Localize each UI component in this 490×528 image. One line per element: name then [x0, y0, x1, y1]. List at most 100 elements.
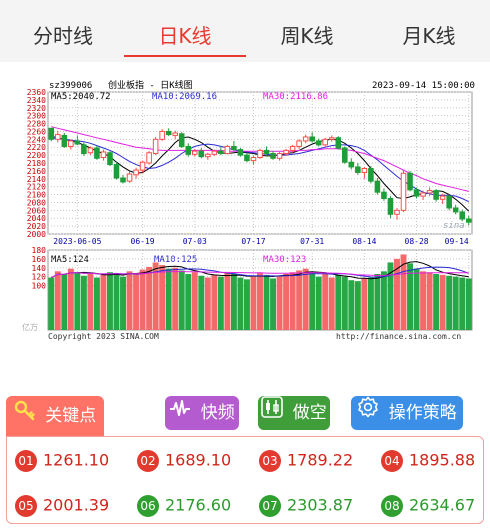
candle	[302, 134, 309, 144]
date-axis-labels: 2023-06-05 06-19 07-03 07-17 07-31 08-14 08-28…	[53, 237, 469, 246]
volume-bar	[230, 274, 237, 330]
volume-bar	[211, 274, 218, 330]
volume-bar	[48, 277, 55, 330]
candle-body	[81, 144, 87, 155]
volume-bar	[237, 277, 244, 330]
candle	[270, 151, 276, 160]
candle	[185, 143, 192, 157]
candle-body	[61, 134, 68, 147]
operation-strategy-button[interactable]: 操作策略	[351, 396, 463, 430]
candle	[322, 137, 329, 147]
date-label: 07-17	[241, 237, 265, 246]
volume-bar	[113, 274, 120, 330]
volume-tick-label: 100	[32, 282, 47, 291]
candle	[426, 187, 433, 197]
volume-tick-label: 160	[32, 255, 47, 264]
volume-bar	[270, 278, 277, 330]
volume-bar	[178, 270, 185, 330]
volume-bar	[74, 272, 81, 330]
candle	[100, 149, 107, 161]
candle-body	[374, 180, 381, 193]
volume-bar	[459, 277, 466, 330]
candle-body	[270, 153, 276, 159]
tab-monthly-k[interactable]: 月K线	[368, 18, 490, 54]
volume-bar	[452, 276, 459, 330]
vol-ma30-label: MA30:123	[263, 255, 306, 265]
key-level-item: 03 1789.22	[259, 448, 353, 472]
candle-body	[309, 136, 315, 142]
level-value: 1895.88	[409, 450, 476, 470]
candle-body	[205, 153, 211, 158]
candle	[237, 148, 244, 157]
tab-daily-k[interactable]: 日K线	[124, 18, 246, 57]
candle	[205, 152, 211, 160]
candle	[446, 194, 452, 211]
candle	[107, 151, 113, 167]
key-level-item: 08 2634.67	[381, 493, 475, 517]
fast-frequency-button[interactable]: 快频	[165, 396, 239, 430]
candle-body	[165, 130, 172, 136]
candle	[55, 130, 61, 143]
volume-tick-label: 140	[32, 264, 47, 273]
volume-bar	[446, 275, 453, 330]
candle-body	[413, 189, 420, 197]
candle	[381, 188, 387, 201]
candle	[413, 187, 420, 199]
volume-bar	[243, 279, 250, 330]
key-icon	[14, 396, 36, 436]
candle	[81, 142, 87, 156]
volume-bar	[172, 267, 179, 330]
level-value: 2001.39	[43, 495, 110, 515]
candle-body	[335, 137, 342, 149]
candle	[113, 162, 120, 180]
candle-body	[355, 166, 361, 173]
date-label: 09-14	[445, 237, 469, 246]
date-label: 07-31	[300, 237, 324, 246]
level-number-badge: 04	[381, 449, 403, 472]
ma5-label: MA5:2040.72	[51, 92, 111, 102]
candle	[120, 174, 126, 184]
volume-bar	[289, 272, 296, 330]
chart-title: 创业板指 - 日K线图	[108, 79, 193, 91]
volume-bar	[315, 276, 322, 330]
candle-body	[368, 168, 374, 182]
candle-body	[250, 156, 257, 162]
candle	[146, 151, 152, 165]
candle	[218, 146, 224, 156]
tab-intraday[interactable]: 分时线	[2, 18, 124, 54]
candle-body	[433, 190, 439, 200]
candle-body	[439, 195, 446, 200]
candle	[465, 215, 472, 226]
level-value: 1261.10	[43, 450, 110, 470]
candle	[198, 148, 205, 159]
volume-bar	[433, 274, 440, 330]
key-points-button[interactable]: 关键点	[6, 396, 104, 436]
candle-body	[237, 149, 244, 156]
candle	[374, 177, 381, 195]
candle-body	[178, 133, 185, 147]
tab-weekly-k[interactable]: 周K线	[246, 18, 368, 54]
candle-body	[263, 149, 270, 155]
chart-copyright: Copyright 2023 SINA.COM	[48, 332, 159, 341]
volume-bar	[67, 268, 74, 330]
key-level-item: 02 1689.10	[137, 448, 231, 472]
candle-body	[107, 152, 113, 166]
volume-bar	[191, 272, 198, 330]
volume-bar	[335, 274, 342, 330]
short-sell-button[interactable]: 做空	[258, 396, 330, 430]
kline-chart[interactable]: sz399006 创业板指 - 日K线图 2023-09-14 15:00:00…	[0, 62, 490, 350]
volume-bar	[263, 274, 270, 330]
candle	[315, 138, 322, 147]
volume-bar	[204, 277, 211, 330]
candle	[452, 204, 459, 215]
volume-bar	[93, 277, 100, 330]
candle	[224, 144, 231, 155]
candle-body	[296, 140, 302, 147]
candle-body	[302, 136, 309, 142]
volume-bar	[146, 266, 153, 330]
level-value: 1789.22	[287, 450, 354, 470]
key-level-item: 01 1261.10	[15, 448, 109, 472]
volume-bar	[296, 270, 303, 330]
candle-body	[152, 138, 159, 155]
candle-body	[191, 150, 198, 155]
